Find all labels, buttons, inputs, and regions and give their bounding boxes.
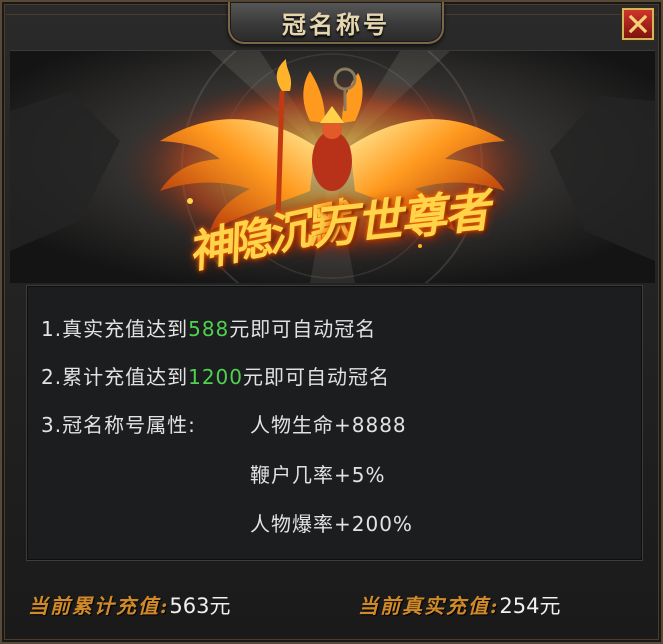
rule-1-amount: 588 <box>188 317 230 341</box>
rule-1-prefix: 1.真实充值达到 <box>41 317 189 341</box>
real-recharge-label: 当前真实充值: <box>358 594 500 618</box>
title-plaque: 冠名称号 <box>228 2 444 44</box>
rule-2-suffix: 元即可自动冠名 <box>243 365 390 389</box>
title-dialog: 冠名称号 神隐沉默 万世尊者 1.真实充值达到588元即可自动冠名 2.累计充值… <box>0 0 663 644</box>
attributes-label: 3.冠名称号属性: <box>41 413 196 437</box>
attribute-hp: 人物生命+8888 <box>250 413 407 437</box>
close-x-icon <box>628 14 648 34</box>
info-box: 1.真实充值达到588元即可自动冠名 2.累计充值达到1200元即可自动冠名 3… <box>26 285 643 561</box>
title-banner: 神隐沉默 万世尊者 <box>10 50 655 283</box>
cumulative-recharge-value: 563元 <box>169 594 231 618</box>
rule-line-2: 2.累计充值达到1200元即可自动冠名 <box>41 361 390 390</box>
real-recharge: 当前真实充值: 254元 <box>358 590 560 620</box>
close-button[interactable] <box>622 8 654 40</box>
cumulative-recharge-label: 当前累计充值: <box>28 594 170 618</box>
rule-1-suffix: 元即可自动冠名 <box>229 317 377 341</box>
cumulative-recharge: 当前累计充值: 563元 <box>28 590 230 620</box>
dialog-title: 冠名称号 <box>282 9 390 39</box>
real-recharge-value: 254元 <box>499 594 561 618</box>
rule-line-1: 1.真实充值达到588元即可自动冠名 <box>41 313 376 342</box>
attribute-rate: 鞭户几率+5% <box>250 463 386 487</box>
rule-2-amount: 1200 <box>188 365 243 389</box>
rule-2-prefix: 2.累计充值达到 <box>41 365 189 389</box>
attribute-drop-rate: 人物爆率+200% <box>250 512 413 536</box>
